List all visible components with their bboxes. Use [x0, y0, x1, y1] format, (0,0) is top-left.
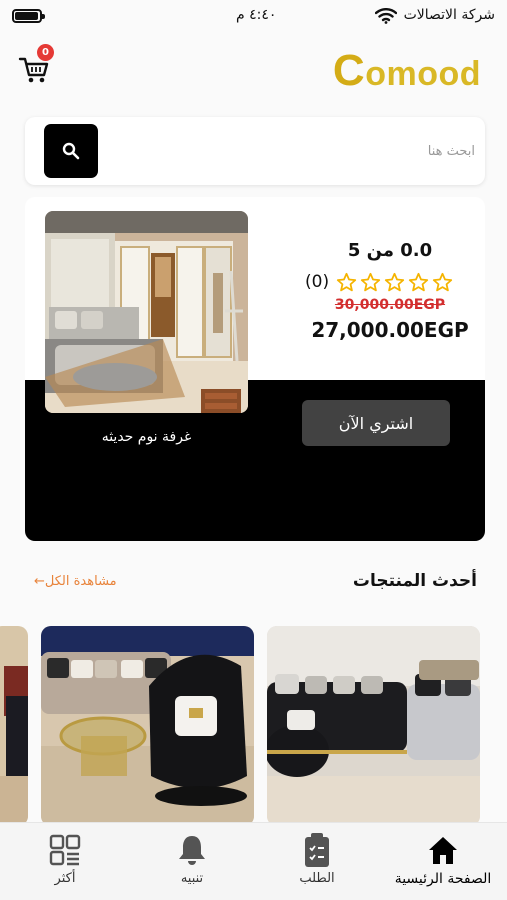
- star-icon: [384, 272, 405, 291]
- nav-item-orders[interactable]: الطلب: [287, 831, 347, 886]
- product-card[interactable]: [41, 626, 254, 822]
- carrier-name: شركة الاتصالات: [403, 7, 495, 23]
- nav-label-more: أكثر: [54, 871, 76, 886]
- star-icon: [360, 272, 381, 291]
- nav-item-notifications[interactable]: تنبيه: [162, 831, 222, 886]
- search-button[interactable]: [44, 124, 98, 178]
- grid-menu-icon: [49, 834, 81, 866]
- clock: ٤:٤٠ م: [236, 7, 277, 23]
- rating-row: (0): [305, 269, 453, 295]
- bedroom-product-image: [45, 211, 248, 413]
- latest-products-header: أحدث المنتجات مشاهدة الكل←: [0, 568, 507, 598]
- nav-label-home: الصفحة الرئيسية: [394, 871, 492, 887]
- wifi-icon: [374, 8, 398, 28]
- nav-label-orders: الطلب: [299, 871, 335, 886]
- star-icon: [336, 272, 357, 291]
- app-header: 0 Comood: [0, 34, 507, 104]
- home-icon: [429, 837, 457, 864]
- product-image: [0, 626, 28, 822]
- star-icon: [408, 272, 429, 291]
- featured-product-name: غرفة نوم حديثه: [101, 429, 192, 445]
- cart-button[interactable]: 0: [18, 44, 58, 88]
- section-title: أحدث المنتجات: [352, 571, 477, 591]
- clipboard-icon: [305, 833, 329, 867]
- featured-product-card[interactable]: غرفة نوم حديثه 0.0 من 5 (0) 30,000.00EGP…: [25, 197, 485, 541]
- bottom-navigation: الصفحة الرئيسية الطلب تنبيه أكثر: [0, 822, 507, 900]
- status-bar: شركة الاتصالات ٤:٤٠ م: [0, 0, 507, 34]
- search-bar: [25, 117, 485, 185]
- cart-count-badge: 0: [37, 44, 54, 61]
- nav-label-notifications: تنبيه: [180, 871, 204, 886]
- star-icon: [432, 272, 453, 291]
- rating-score: 0.0 من 5: [347, 240, 433, 261]
- new-price: 27,000.00EGP: [311, 318, 469, 342]
- product-image: [41, 626, 254, 822]
- products-carousel[interactable]: [0, 626, 507, 822]
- old-price: 30,000.00EGP: [334, 297, 446, 313]
- see-all-link[interactable]: مشاهدة الكل←: [34, 574, 117, 589]
- nav-item-home[interactable]: الصفحة الرئيسية: [386, 831, 500, 887]
- battery-icon: [12, 9, 45, 23]
- bell-icon: [179, 836, 205, 865]
- rating-count: (0): [305, 272, 330, 292]
- app-logo: Comood: [332, 46, 481, 95]
- product-image: [267, 626, 480, 822]
- product-card[interactable]: [0, 626, 28, 822]
- product-card[interactable]: [267, 626, 480, 822]
- buy-now-button[interactable]: اشتري الآن: [302, 400, 450, 446]
- search-icon: [62, 142, 80, 160]
- search-input[interactable]: [115, 127, 475, 175]
- nav-item-more[interactable]: أكثر: [35, 831, 95, 886]
